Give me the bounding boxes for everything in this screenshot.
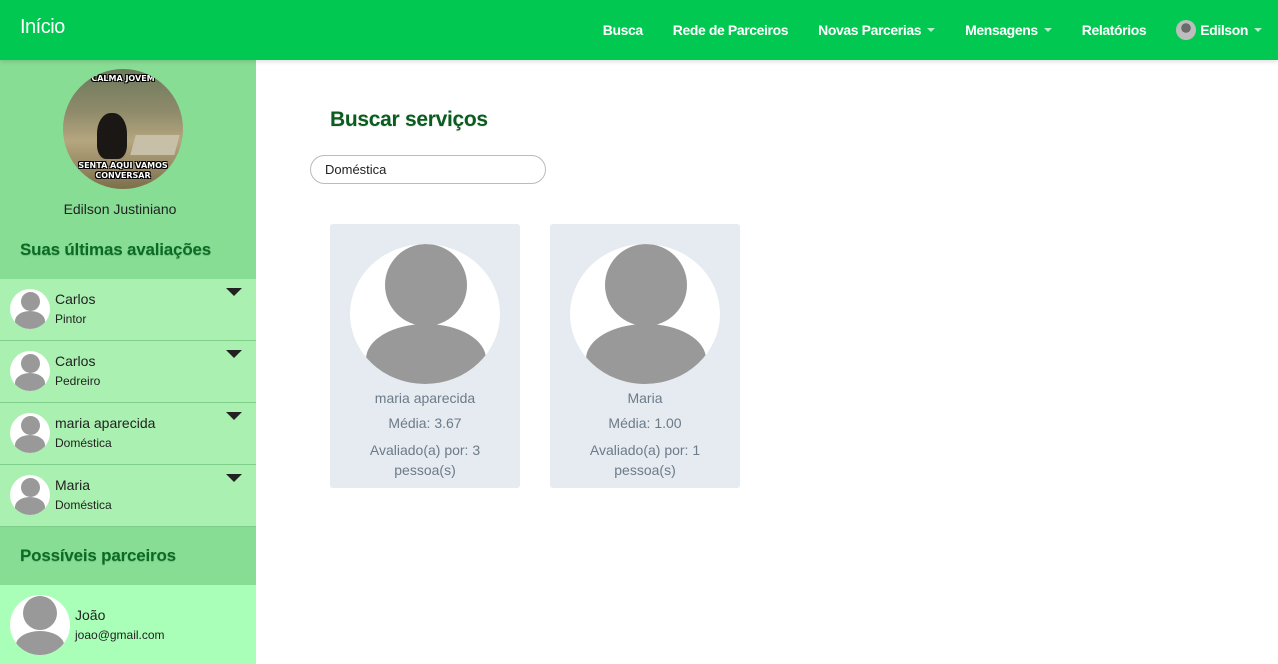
user-avatar-icon: [350, 244, 500, 384]
evaluations-title: Suas últimas avaliações: [20, 240, 212, 259]
result-average: Média: 1.00: [608, 415, 682, 431]
nav-busca-label: Busca: [602, 22, 643, 38]
brand-home-link[interactable]: Início: [20, 16, 65, 39]
user-avatar-icon: [1176, 20, 1197, 40]
profile-name: Edilson Justiniano: [63, 201, 177, 217]
evaluation-role: Pedreiro: [55, 374, 101, 388]
partner-name: João: [75, 607, 106, 623]
picnic-table-image: [130, 135, 180, 155]
user-avatar-icon: [10, 595, 70, 655]
meme-bottom-text: SENTA AQUI VAMOS CONVERSAR: [78, 161, 168, 180]
evaluation-name: Carlos: [55, 353, 96, 369]
expand-caret-icon[interactable]: [226, 350, 242, 358]
result-card[interactable]: Maria Média: 1.00 Avaliado(a) por: 1 pes…: [550, 224, 740, 488]
result-name: maria aparecida: [374, 390, 476, 406]
expand-caret-icon[interactable]: [226, 412, 242, 420]
partner-email: joao@gmail.com: [75, 628, 165, 642]
nav-user-menu[interactable]: Edilson: [1176, 20, 1262, 40]
evaluations-list: Carlos Pintor Carlos Pedreiro maria apar…: [0, 279, 256, 527]
partner-item[interactable]: João joao@gmail.com: [0, 585, 256, 664]
nav-links: Busca Rede de Parceiros Novas Parcerias …: [573, 0, 1262, 60]
nav-mensagens-label: Mensagens: [965, 22, 1038, 38]
nav-mensagens-dropdown[interactable]: Mensagens: [965, 22, 1052, 38]
service-search-input[interactable]: [310, 155, 546, 184]
caret-down-icon: [1043, 28, 1052, 32]
user-avatar-icon: [10, 413, 50, 453]
profile-photo: CALMA JOVEM SENTA AQUI VAMOS CONVERSAR: [63, 69, 183, 189]
result-card[interactable]: maria aparecida Média: 3.67 Avaliado(a) …: [330, 224, 520, 488]
evaluation-item[interactable]: Carlos Pedreiro: [0, 341, 256, 403]
evaluation-role: Pintor: [55, 312, 87, 326]
evaluation-name: Maria: [55, 477, 91, 493]
sidebar: CALMA JOVEM SENTA AQUI VAMOS CONVERSAR E…: [0, 60, 256, 664]
nav-busca[interactable]: Busca: [603, 22, 643, 38]
caret-down-icon: [927, 28, 936, 32]
user-avatar-icon: [570, 244, 720, 384]
evaluation-item[interactable]: Carlos Pintor: [0, 279, 256, 341]
meme-top-text: CALMA JOVEM: [91, 74, 155, 83]
user-avatar-icon: [10, 351, 50, 391]
user-avatar-icon: [10, 289, 50, 329]
caret-down-icon: [1254, 28, 1262, 32]
nav-rede-parceiros-label: Rede de Parceiros: [672, 22, 789, 38]
page-title: Buscar serviços: [330, 108, 488, 131]
evaluation-name: maria aparecida: [55, 415, 156, 431]
user-avatar-icon: [10, 475, 50, 515]
evaluation-name: Carlos: [55, 291, 96, 307]
evaluation-role: Doméstica: [55, 498, 112, 512]
partners-title: Possíveis parceiros: [20, 546, 176, 565]
nav-novas-parcerias-label: Novas Parcerias: [818, 22, 922, 38]
bear-image: [97, 113, 127, 159]
result-average: Média: 3.67: [388, 415, 462, 431]
expand-caret-icon[interactable]: [226, 288, 242, 296]
evaluation-item[interactable]: maria aparecida Doméstica: [0, 403, 256, 465]
evaluation-item[interactable]: Maria Doméstica: [0, 465, 256, 527]
nav-relatorios[interactable]: Relatórios: [1081, 22, 1147, 38]
top-navbar: Início Busca Rede de Parceiros Novas Par…: [0, 0, 1278, 60]
expand-caret-icon[interactable]: [226, 474, 242, 482]
result-rated-by: Avaliado(a) por: 1 pessoa(s): [589, 442, 701, 478]
nav-user-label: Edilson: [1200, 22, 1248, 38]
evaluation-role: Doméstica: [55, 436, 112, 450]
nav-novas-parcerias-dropdown[interactable]: Novas Parcerias: [818, 22, 936, 38]
result-rated-by: Avaliado(a) por: 3 pessoa(s): [369, 442, 481, 478]
nav-relatorios-label: Relatórios: [1081, 22, 1147, 38]
nav-rede-parceiros[interactable]: Rede de Parceiros: [672, 22, 789, 38]
result-name: Maria: [627, 390, 663, 406]
